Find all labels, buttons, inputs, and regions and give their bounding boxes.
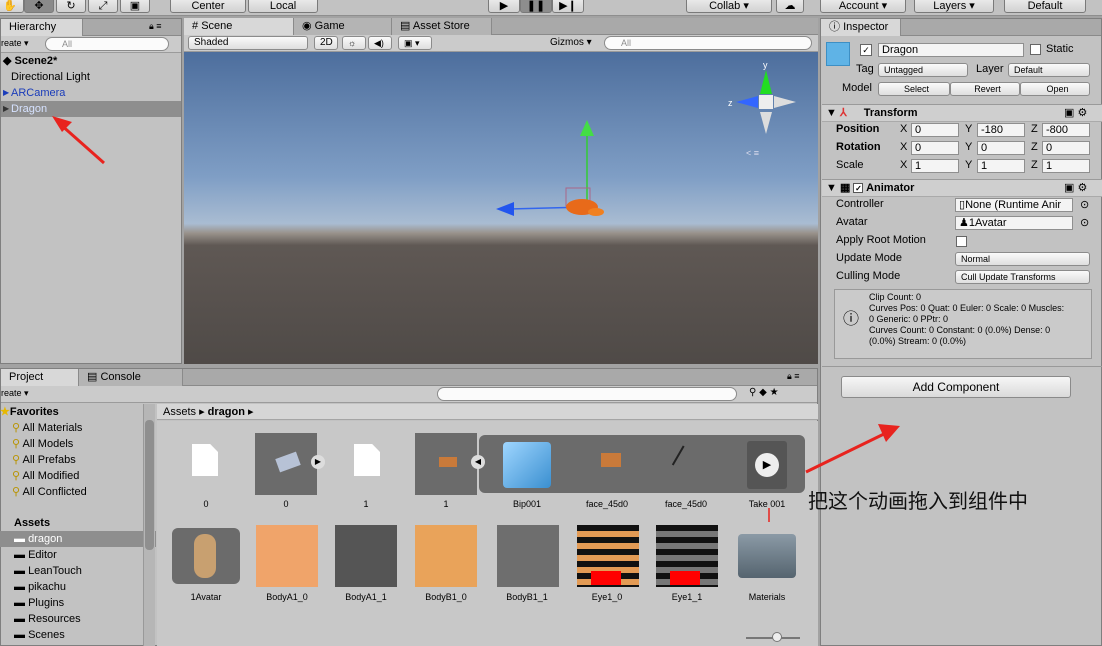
red-arrow-to-inspector: [805, 424, 900, 474]
red-arrow-to-dragon: [52, 116, 105, 165]
annotation-text: 把这个动画拖入到组件中: [808, 491, 1028, 513]
annotation-overlay: [52, 116, 900, 522]
